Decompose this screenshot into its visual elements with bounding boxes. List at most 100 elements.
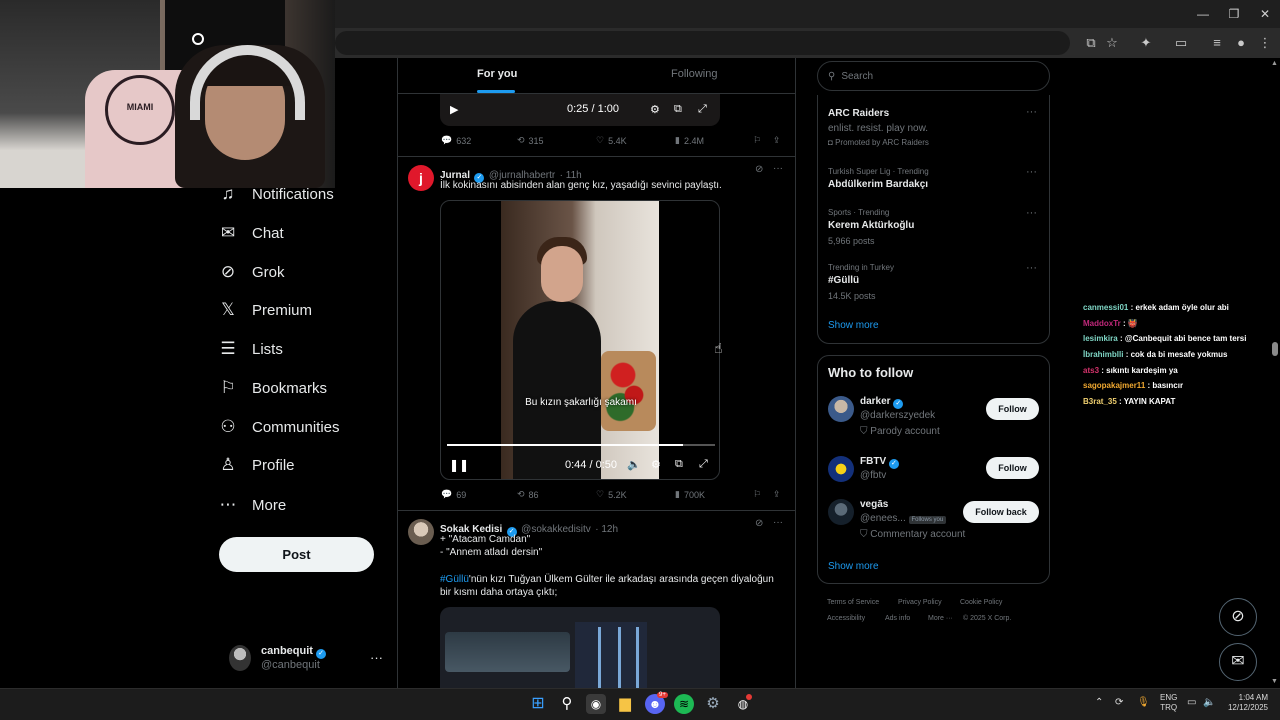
prev-video-player[interactable]: ▶ 0:25 / 1:00 ⚙ ⧉ ⤢ [440, 94, 720, 126]
grok-icon[interactable]: ⊘ [755, 518, 763, 529]
footer-accessibility[interactable]: Accessibility [827, 615, 865, 622]
file-explorer-icon[interactable]: ▆ [615, 694, 635, 714]
scroll-up-icon[interactable]: ▲ [1271, 60, 1278, 67]
tab-for-you[interactable]: For you [477, 68, 517, 80]
tray-chevron-icon[interactable]: ⌃ [1095, 697, 1103, 708]
like-button[interactable]: ♡ 5.2K [596, 489, 627, 500]
hashtag-link[interactable]: #Güllü [440, 574, 469, 585]
follow-button[interactable]: Follow [986, 457, 1039, 479]
account-name[interactable]: canbequit ✓ [261, 645, 327, 659]
video-player[interactable]: Bu kızın şakarlığı şakamı ❚❚ 0:44 / 0:50… [440, 200, 720, 480]
profile-avatar-icon[interactable]: ● [1232, 34, 1250, 52]
settings-icon[interactable]: ⚙ [650, 103, 660, 116]
pip-icon[interactable]: ⧉ [675, 458, 683, 471]
chrome-icon[interactable]: ◉ [586, 694, 606, 714]
split-view-icon[interactable]: ▭ [1172, 34, 1190, 52]
grok-icon[interactable]: ⊘ [755, 164, 763, 175]
spotify-icon[interactable]: ≋ [674, 694, 694, 714]
bookmark-icon[interactable]: ⚐ [753, 135, 761, 146]
tweet-media-preview[interactable] [440, 607, 720, 688]
tab-search-icon[interactable]: ≡ [1208, 34, 1226, 52]
fullscreen-icon[interactable]: ⤢ [698, 103, 707, 116]
tweet-time[interactable]: · 12h [595, 524, 618, 535]
nav-lists[interactable]: ☰ Lists [218, 330, 378, 368]
extensions-icon[interactable]: ✦ [1137, 34, 1155, 52]
footer-cookie[interactable]: Cookie Policy [960, 599, 1002, 606]
trend-name[interactable]: Abdülkerim Bardakçı [828, 179, 928, 190]
close-icon[interactable]: ✕ [1255, 6, 1275, 22]
nav-chat[interactable]: ✉ Chat [218, 214, 378, 252]
reply-button[interactable]: 💬 632 [441, 135, 471, 146]
repost-button[interactable]: ⟲ 86 [517, 489, 539, 500]
browser-menu-icon[interactable]: ⋮ [1256, 34, 1274, 52]
address-bar[interactable] [335, 31, 1070, 55]
fbtv-avatar[interactable] [828, 456, 854, 482]
views-button[interactable]: ▮ 700K [675, 489, 705, 500]
restore-icon[interactable]: ❐ [1224, 6, 1244, 22]
jurnal-avatar[interactable]: j [408, 165, 434, 191]
like-button[interactable]: ♡ 5.4K [596, 135, 627, 146]
fullscreen-icon[interactable]: ⤢ [699, 458, 708, 471]
speaker-icon[interactable]: 🔈 [1203, 697, 1215, 708]
microphone-icon[interactable]: 🎙 [1137, 697, 1150, 708]
nav-profile[interactable]: ♙ Profile [218, 446, 378, 484]
more-icon[interactable]: ··· [1026, 262, 1037, 274]
display-icon[interactable]: ▭ [1187, 697, 1196, 708]
settings-icon[interactable]: ⚙ [651, 458, 661, 471]
video-progress-bar[interactable] [447, 444, 715, 446]
follow-back-button[interactable]: Follow back [963, 501, 1039, 523]
nav-notifications[interactable]: ♫ Notifications [218, 175, 378, 213]
clock[interactable]: 1:04 AM 12/12/2025 [1224, 693, 1268, 713]
star-icon[interactable]: ☆ [1103, 34, 1121, 52]
more-icon[interactable]: ··· [773, 163, 783, 174]
bookmark-icon[interactable]: ⚐ [753, 489, 761, 500]
messages-float-icon[interactable]: ✉ [1219, 643, 1257, 681]
tray-sync-icon[interactable]: ⟳ [1115, 697, 1123, 708]
page-scrollbar[interactable] [1270, 58, 1280, 688]
footer-more[interactable]: More ··· [928, 615, 953, 622]
trends-show-more[interactable]: Show more [828, 320, 879, 331]
promo-name[interactable]: ARC Raiders [828, 108, 889, 119]
views-button[interactable]: ▮ 2.4M [675, 135, 704, 146]
minimize-icon[interactable]: — [1193, 6, 1213, 22]
nav-communities[interactable]: ⚇ Communities [218, 408, 378, 446]
vegas-avatar[interactable] [828, 499, 854, 525]
reply-button[interactable]: 💬 69 [441, 489, 466, 500]
more-icon[interactable]: ··· [1026, 207, 1037, 219]
cast-icon[interactable]: ⧉ [1082, 34, 1100, 52]
account-more-icon[interactable]: ··· [370, 650, 383, 665]
trend-name[interactable]: #Güllü [828, 275, 859, 286]
language-indicator[interactable]: ENG TRQ [1160, 693, 1177, 713]
suggestion-name[interactable]: FBTV ✓ [860, 456, 899, 469]
share-icon[interactable]: ⇪ [773, 135, 781, 146]
follow-show-more[interactable]: Show more [828, 561, 879, 572]
footer-privacy[interactable]: Privacy Policy [898, 599, 942, 606]
trend-name[interactable]: Kerem Aktürkoğlu [828, 220, 914, 231]
account-avatar[interactable] [229, 645, 251, 671]
nav-grok[interactable]: ⊘ Grok [218, 253, 378, 291]
nav-more[interactable]: ⋯ More [218, 486, 378, 524]
darker-avatar[interactable] [828, 396, 854, 422]
more-icon[interactable]: ··· [1026, 106, 1037, 118]
search-input[interactable]: ⚲ Search [817, 61, 1050, 91]
footer-terms[interactable]: Terms of Service [827, 599, 879, 606]
author-handle[interactable]: @sokakkedisitv [521, 524, 591, 535]
tab-following[interactable]: Following [671, 68, 717, 80]
suggestion-name[interactable]: vegās [860, 499, 888, 510]
footer-ads-info[interactable]: Ads info [885, 615, 910, 622]
volume-icon[interactable]: 🔈 [627, 458, 641, 471]
repost-button[interactable]: ⟲ 315 [517, 135, 544, 146]
nav-premium[interactable]: 𝕏 Premium [218, 291, 378, 329]
settings-icon[interactable]: ⚙ [703, 694, 723, 714]
scrollbar-thumb[interactable] [1272, 342, 1278, 356]
pause-icon[interactable]: ❚❚ [449, 458, 469, 472]
follow-button[interactable]: Follow [986, 398, 1039, 420]
grok-float-icon[interactable]: ⊘ [1219, 598, 1257, 636]
play-icon[interactable]: ▶ [450, 103, 458, 116]
sokakkedisi-avatar[interactable] [408, 519, 434, 545]
nav-bookmarks[interactable]: ⚐ Bookmarks [218, 369, 378, 407]
suggestion-name[interactable]: darker ✓ [860, 396, 904, 409]
more-icon[interactable]: ··· [1026, 166, 1037, 178]
post-button[interactable]: Post [219, 537, 374, 572]
share-icon[interactable]: ⇪ [773, 489, 781, 500]
